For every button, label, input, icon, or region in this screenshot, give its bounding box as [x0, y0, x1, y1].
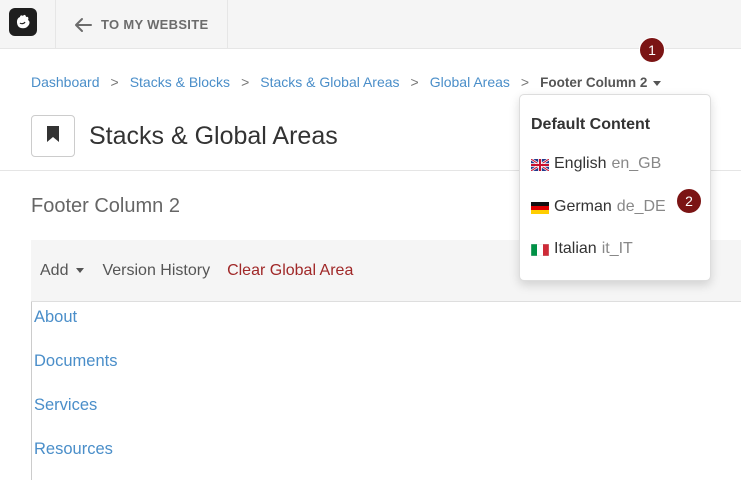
version-history-button[interactable]: Version History [102, 262, 210, 280]
area-name-heading: Footer Column 2 [31, 195, 180, 217]
uk-flag-icon [530, 158, 550, 172]
language-item-english[interactable]: English en_GB [530, 155, 662, 173]
breadcrumb-separator: > [241, 74, 250, 90]
bookmark-button[interactable] [31, 115, 75, 157]
step-badge-2: 2 [676, 188, 702, 214]
italian-flag-icon [530, 243, 550, 257]
dropdown-header: Default Content [531, 116, 651, 133]
language-locale: en_GB [611, 155, 662, 172]
language-locale: it_IT [601, 240, 633, 257]
back-to-website-label: TO MY WEBSITE [101, 17, 209, 32]
breadcrumb: Dashboard > Stacks & Blocks > Stacks & G… [31, 74, 662, 90]
language-item-german[interactable]: German de_DE [531, 198, 666, 216]
breadcrumb-stacks-global-areas[interactable]: Stacks & Global Areas [260, 74, 399, 90]
add-dropdown-button[interactable]: Add [40, 261, 85, 280]
link-documents[interactable]: Documents [34, 352, 117, 371]
link-resources[interactable]: Resources [34, 440, 113, 459]
breadcrumb-separator: > [110, 74, 119, 90]
german-flag-icon [531, 201, 549, 214]
breadcrumb-dashboard[interactable]: Dashboard [31, 74, 100, 90]
breadcrumb-current-dropdown[interactable]: Footer Column 2 [540, 74, 662, 90]
page-title: Stacks & Global Areas [89, 122, 338, 150]
caret-down-icon [76, 268, 85, 273]
step-badge-1: 1 [639, 37, 665, 63]
breadcrumb-stacks-blocks[interactable]: Stacks & Blocks [130, 74, 230, 90]
concrete-logo-icon[interactable] [9, 8, 37, 36]
top-toolbar: TO MY WEBSITE [0, 0, 741, 49]
breadcrumb-global-areas[interactable]: Global Areas [430, 74, 510, 90]
language-name: English [554, 155, 607, 172]
breadcrumb-current-label: Footer Column 2 [540, 75, 648, 90]
back-to-website-button[interactable]: TO MY WEBSITE [56, 0, 228, 49]
breadcrumb-separator: > [410, 74, 419, 90]
breadcrumb-separator: > [520, 74, 530, 90]
area-content: About Documents Services Resources [31, 302, 741, 480]
bookmark-icon [46, 125, 60, 148]
caret-down-icon [653, 80, 662, 86]
arrow-left-icon [74, 17, 92, 33]
link-services[interactable]: Services [34, 396, 97, 415]
logo-cell [0, 0, 56, 49]
language-locale: de_DE [616, 198, 666, 215]
link-about[interactable]: About [34, 308, 77, 327]
language-dropdown-menu: Default Content English en_GB German de_… [519, 94, 711, 281]
add-label: Add [40, 261, 69, 279]
language-name: German [554, 198, 612, 215]
language-name: Italian [554, 240, 597, 257]
language-item-italian[interactable]: Italian it_IT [530, 240, 633, 258]
clear-global-area-button[interactable]: Clear Global Area [227, 262, 353, 280]
